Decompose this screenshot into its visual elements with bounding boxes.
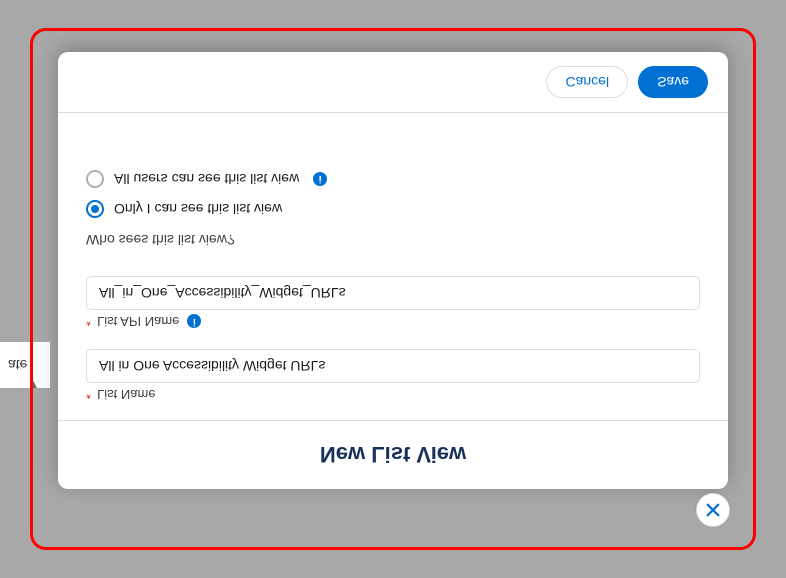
- visibility-radio-group: Only I can see this list view All users …: [86, 170, 700, 218]
- save-button[interactable]: Save: [638, 66, 708, 98]
- modal-title: New List View: [78, 441, 708, 467]
- chevron-down-icon: ▾: [30, 377, 37, 394]
- radio-icon: [86, 170, 104, 188]
- list-name-group: * List Name: [86, 349, 700, 402]
- list-name-label: List Name: [97, 387, 156, 402]
- radio-label: All users can see this list view: [114, 171, 299, 187]
- background-text: ate: [8, 357, 27, 373]
- modal-body: * List Name * List API Name i Who sees t…: [58, 113, 728, 420]
- api-name-group: * List API Name i: [86, 276, 700, 329]
- api-name-label: List API Name: [97, 314, 179, 329]
- api-name-input[interactable]: [86, 276, 700, 310]
- new-list-view-modal: New List View * List Name * List API Nam…: [58, 52, 728, 489]
- info-icon[interactable]: i: [187, 315, 201, 329]
- close-button[interactable]: [696, 493, 730, 527]
- close-icon: [704, 501, 722, 519]
- list-name-label-row: * List Name: [86, 387, 700, 402]
- modal-header: New List View: [58, 420, 728, 489]
- radio-dot-icon: [91, 205, 99, 213]
- list-name-input[interactable]: [86, 349, 700, 383]
- radio-icon: [86, 200, 104, 218]
- radio-label: Only I can see this list view: [114, 201, 282, 217]
- info-icon[interactable]: i: [313, 172, 327, 186]
- visibility-option-only-me[interactable]: Only I can see this list view: [86, 200, 700, 218]
- visibility-section-title: Who sees this list view?: [86, 232, 700, 248]
- api-name-label-row: * List API Name i: [86, 314, 700, 329]
- required-asterisk: *: [86, 314, 91, 329]
- visibility-option-all-users[interactable]: All users can see this list view i: [86, 170, 700, 188]
- required-asterisk: *: [86, 387, 91, 402]
- background-row-fragment: ate: [0, 342, 50, 388]
- cancel-button[interactable]: Cancel: [546, 66, 628, 98]
- modal-footer: Cancel Save: [58, 52, 728, 113]
